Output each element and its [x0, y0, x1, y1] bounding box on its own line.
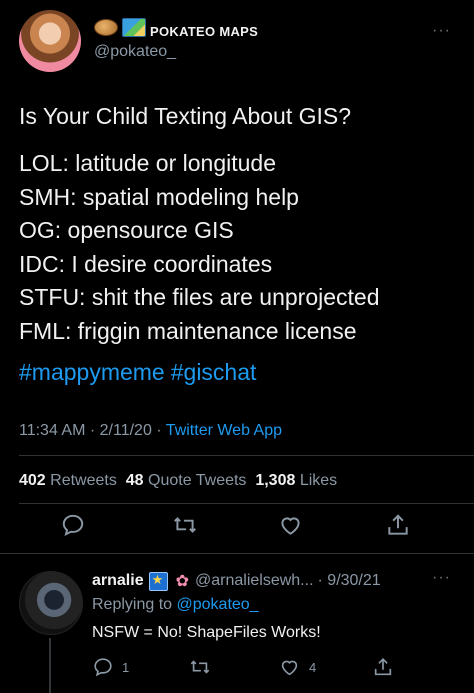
like-count: 4	[309, 659, 317, 675]
hashtags: #mappymeme #gischat	[19, 359, 262, 386]
reply-text: NSFW = No! ShapeFiles Works!	[92, 624, 321, 641]
reply-author-avatar[interactable]	[19, 571, 83, 635]
author-avatar[interactable]	[19, 10, 81, 72]
tweet-time[interactable]: 11:34 AM	[19, 422, 85, 439]
heart-icon	[281, 660, 298, 676]
thread-line	[49, 638, 51, 693]
retweet-button[interactable]	[171, 512, 199, 543]
divider	[19, 455, 474, 456]
divider	[0, 553, 474, 554]
replying-to: Replying to @pokateo_	[92, 596, 259, 614]
separator: ·	[156, 422, 162, 439]
tweet-line: FML: friggin maintenance license	[19, 317, 357, 344]
replying-prefix: Replying to	[92, 596, 173, 613]
replying-to-handle[interactable]: @pokateo_	[177, 596, 259, 613]
reply-date[interactable]: · 9/30/21	[318, 572, 381, 590]
potato-icon	[94, 19, 118, 36]
tweet-line: LOL: latitude or longitude	[19, 150, 277, 176]
share-button[interactable]	[385, 512, 411, 543]
reply-share-button[interactable]	[372, 656, 394, 681]
hashtag-link[interactable]: #gischat	[171, 359, 257, 385]
reply-header: arnalie ✿ @arnalielsewh... · 9/30/21	[92, 571, 381, 591]
retweet-icon	[190, 660, 210, 674]
reply-icon	[94, 658, 112, 677]
share-icon	[374, 658, 392, 676]
likes-label: Likes	[299, 472, 338, 489]
reply-like-button[interactable]: 4	[278, 656, 316, 678]
author-display-name[interactable]: POKATEO MAPS	[150, 24, 258, 39]
tweet-line: OG: opensource GIS	[19, 217, 234, 244]
retweets-count: 402	[19, 472, 46, 489]
reply-author-handle[interactable]: @arnalielsewh...	[195, 572, 314, 590]
reply-more-options-icon[interactable]: ···	[432, 569, 451, 587]
hashtag-link[interactable]: #mappymeme	[19, 359, 165, 385]
share-icon	[388, 514, 408, 535]
reply-button[interactable]	[60, 512, 86, 543]
likes-stat[interactable]: 1,308 Likes	[255, 472, 337, 489]
tweet-line: SMH: spatial modeling help	[19, 183, 299, 210]
tweet-source-link[interactable]: Twitter Web App	[166, 422, 282, 439]
reply-reply-button[interactable]: 1	[92, 656, 129, 678]
likes-count: 1,308	[255, 472, 296, 489]
more-options-icon[interactable]: ···	[432, 22, 451, 40]
tweet-line: STFU: shit the files are unprojected	[19, 284, 380, 311]
like-button[interactable]	[277, 512, 304, 543]
reply-count: 1	[122, 659, 130, 675]
tweet-lines: LOL: latitude or longitude SMH: spatial …	[19, 147, 380, 349]
tweet-title: Is Your Child Texting About GIS?	[19, 103, 352, 129]
reply-icon	[62, 514, 84, 537]
star-badge-icon	[148, 571, 168, 591]
divider	[19, 503, 474, 504]
tweet-stats: 402 Retweets 48 Quote Tweets 1,308 Likes	[19, 472, 337, 490]
retweet-icon	[174, 517, 196, 533]
world-map-icon	[122, 18, 146, 37]
quotes-stat[interactable]: 48 Quote Tweets	[126, 472, 247, 489]
tweet-line: IDC: I desire coordinates	[19, 250, 273, 277]
quotes-count: 48	[125, 472, 144, 489]
name-emojis	[94, 18, 146, 37]
tweet-date[interactable]: 2/11/20	[100, 422, 152, 439]
separator: ·	[89, 422, 96, 439]
cherry-blossom-icon: ✿	[175, 573, 189, 590]
tweet-meta: 11:34 AM · 2/11/20 · Twitter Web App	[19, 422, 282, 440]
reply-author-name[interactable]: arnalie	[92, 572, 144, 590]
retweets-stat[interactable]: 402 Retweets	[19, 472, 117, 489]
heart-icon	[281, 517, 300, 535]
reply-retweet-button[interactable]	[188, 656, 212, 681]
retweets-label: Retweets	[50, 472, 117, 489]
quotes-label: Quote Tweets	[148, 472, 247, 489]
author-handle[interactable]: @pokateo_	[94, 43, 176, 61]
